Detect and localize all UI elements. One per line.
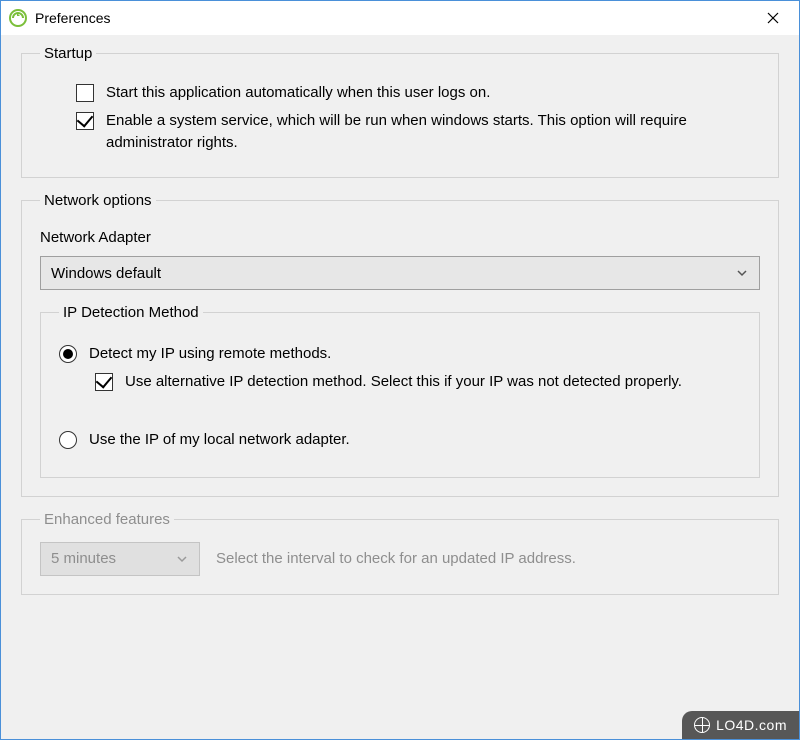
autostart-label: Start this application automatically whe… bbox=[106, 82, 490, 104]
alt-method-checkbox[interactable] bbox=[95, 373, 113, 391]
use-local-radio[interactable] bbox=[59, 431, 77, 449]
alt-method-row: Use alternative IP detection method. Sel… bbox=[95, 371, 741, 393]
network-adapter-value: Windows default bbox=[51, 265, 161, 282]
close-button[interactable] bbox=[753, 4, 793, 32]
watermark: LO4D.com bbox=[682, 711, 799, 739]
interval-helper: Select the interval to check for an upda… bbox=[216, 550, 576, 567]
chevron-down-icon bbox=[735, 266, 749, 280]
window-title: Preferences bbox=[35, 10, 110, 26]
ip-detection-group: IP Detection Method Detect my IP using r… bbox=[40, 304, 760, 477]
autostart-row: Start this application automatically whe… bbox=[76, 82, 760, 104]
enhanced-row: 5 minutes Select the interval to check f… bbox=[40, 542, 760, 576]
network-options-legend: Network options bbox=[40, 192, 156, 209]
alt-method-label: Use alternative IP detection method. Sel… bbox=[125, 371, 682, 393]
service-row: Enable a system service, which will be r… bbox=[76, 110, 760, 154]
network-adapter-select[interactable]: Windows default bbox=[40, 256, 760, 290]
app-icon bbox=[9, 9, 27, 27]
use-local-label: Use the IP of my local network adapter. bbox=[89, 429, 350, 451]
detect-remote-label: Detect my IP using remote methods. bbox=[89, 343, 331, 365]
content-area: Startup Start this application automatic… bbox=[1, 35, 799, 739]
network-options-group: Network options Network Adapter Windows … bbox=[21, 192, 779, 496]
service-checkbox[interactable] bbox=[76, 112, 94, 130]
watermark-text: LO4D.com bbox=[716, 717, 787, 733]
network-adapter-label: Network Adapter bbox=[40, 229, 760, 246]
service-label: Enable a system service, which will be r… bbox=[106, 110, 760, 154]
enhanced-features-legend: Enhanced features bbox=[40, 511, 174, 528]
detect-remote-row: Detect my IP using remote methods. bbox=[59, 343, 741, 365]
titlebar: Preferences bbox=[1, 1, 799, 35]
enhanced-features-group: Enhanced features 5 minutes Select the i… bbox=[21, 511, 779, 595]
preferences-window: Preferences Startup Start this applicati… bbox=[0, 0, 800, 740]
interval-select: 5 minutes bbox=[40, 542, 200, 576]
interval-value: 5 minutes bbox=[51, 550, 116, 567]
close-icon bbox=[767, 12, 779, 24]
autostart-checkbox[interactable] bbox=[76, 84, 94, 102]
use-local-row: Use the IP of my local network adapter. bbox=[59, 429, 741, 451]
detect-remote-radio[interactable] bbox=[59, 345, 77, 363]
globe-icon bbox=[694, 717, 710, 733]
startup-group: Startup Start this application automatic… bbox=[21, 45, 779, 178]
ip-detection-legend: IP Detection Method bbox=[59, 304, 203, 321]
chevron-down-icon bbox=[175, 552, 189, 566]
startup-legend: Startup bbox=[40, 45, 96, 62]
